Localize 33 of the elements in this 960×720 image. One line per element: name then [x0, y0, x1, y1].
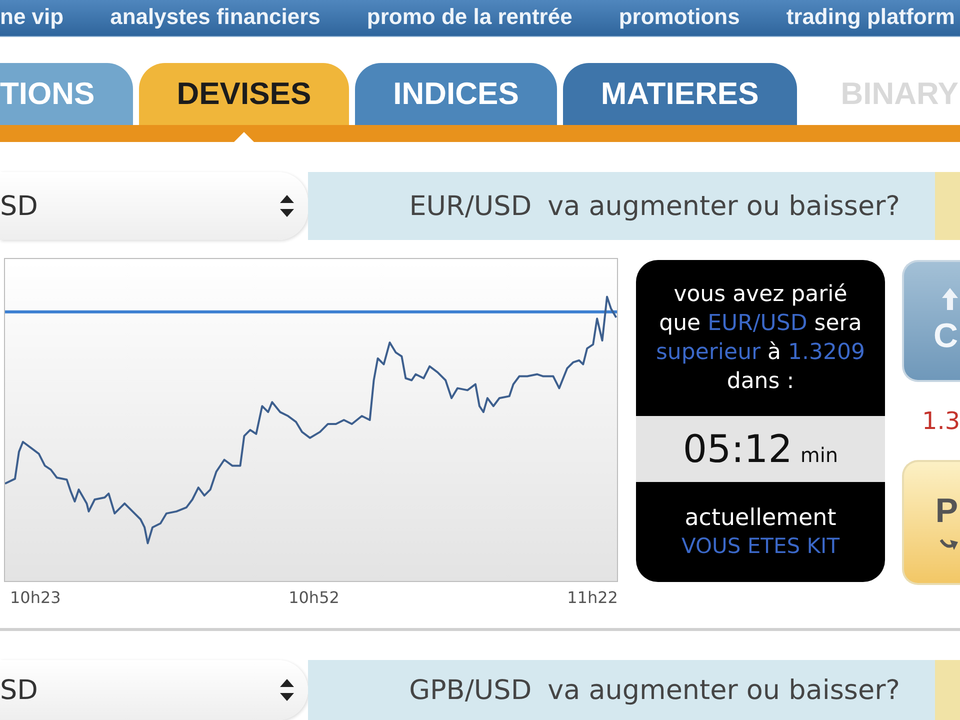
category-tab[interactable]: INDICES: [355, 63, 557, 125]
price-value: 1.3: [921, 406, 960, 437]
pair-select[interactable]: SD: [0, 660, 308, 720]
nav-link[interactable]: analystes financiers: [110, 4, 320, 30]
side-panel: [935, 172, 960, 240]
status-label: actuellement: [684, 504, 836, 532]
call-button[interactable]: C: [902, 260, 960, 382]
category-tab[interactable]: TIONS: [0, 63, 133, 125]
nav-link[interactable]: trading platform: [786, 4, 955, 30]
status-value: VOUS ETES KIT: [681, 533, 840, 560]
nav-link[interactable]: promo de la rentrée: [366, 4, 572, 30]
arrow-up-icon: [942, 288, 958, 310]
side-panel: [935, 660, 960, 720]
curved-arrow-icon: [940, 536, 958, 552]
question-text: va augmenter ou baisser?: [548, 190, 900, 222]
pair-label: EUR/USD: [409, 190, 532, 222]
pair-label: GPB/USD: [409, 674, 532, 706]
countdown-unit: min: [800, 443, 838, 467]
category-tab[interactable]: DEVISES: [138, 63, 350, 125]
time-label: 10h23: [10, 588, 61, 608]
put-button[interactable]: P: [902, 460, 960, 585]
nav-link[interactable]: promotions: [618, 4, 740, 30]
pair-select[interactable]: SD: [0, 172, 308, 240]
time-label: 11h22: [567, 588, 618, 608]
bet-message: vous avez parié que EUR/USD sera superieur à 1.3209 dans :: [656, 281, 866, 396]
updown-icon: [280, 679, 294, 701]
updown-icon: [280, 195, 294, 217]
time-label: 10h52: [288, 588, 340, 608]
nav-link[interactable]: ne vip: [0, 4, 64, 30]
pointer-triangle-icon: [234, 132, 254, 142]
countdown-value: 05:12: [682, 426, 792, 473]
category-tab[interactable]: MATIERES: [562, 63, 797, 125]
question-text: va augmenter ou baisser?: [548, 674, 900, 706]
